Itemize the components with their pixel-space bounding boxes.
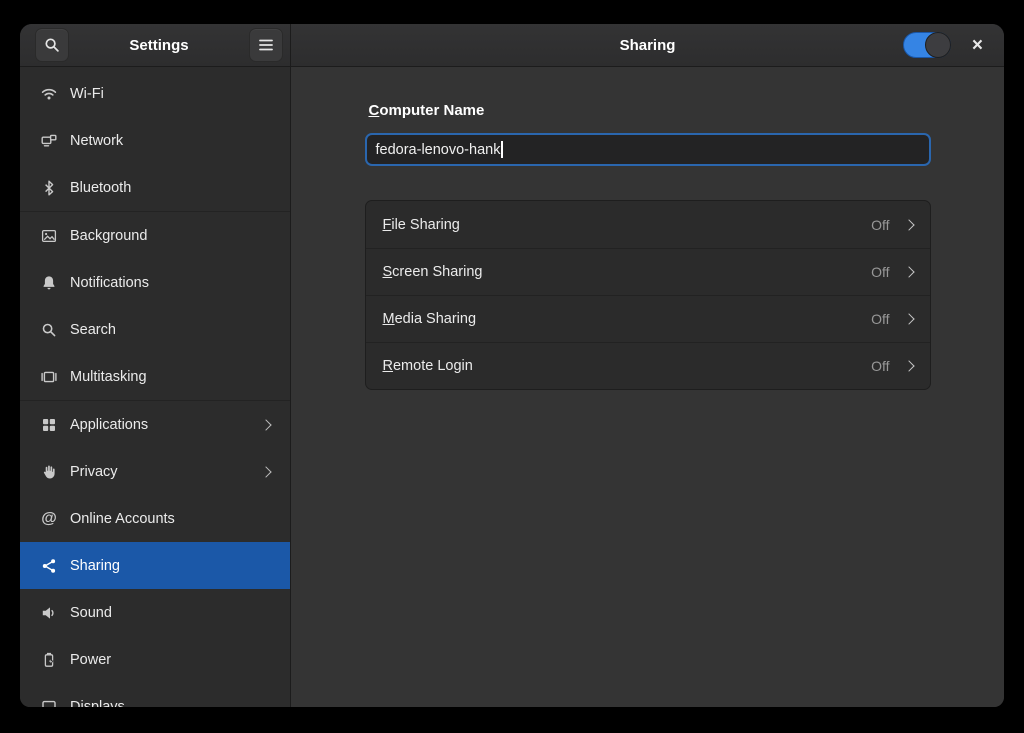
display-icon [41, 699, 57, 708]
sharing-page: Computer Name fedora-lenovo-hank File Sh… [291, 67, 1004, 707]
header-controls: × [903, 24, 987, 66]
sidebar-item-background[interactable]: Background [20, 212, 290, 259]
search-button[interactable] [35, 28, 69, 62]
sidebar-headerbar: Settings [20, 24, 291, 67]
sidebar-title: Settings [129, 37, 188, 54]
chevron-right-icon [260, 419, 271, 430]
bell-icon [41, 275, 57, 291]
sidebar-item-power[interactable]: Power [20, 636, 290, 683]
applications-grid-icon [41, 417, 57, 433]
text-caret [501, 141, 503, 158]
battery-icon [41, 652, 57, 668]
hamburger-menu-icon [258, 38, 274, 52]
sidebar-item-displays[interactable]: Displays [20, 683, 290, 707]
wifi-icon [41, 86, 57, 102]
sidebar-item-search[interactable]: Search [20, 306, 290, 353]
share-icon [41, 558, 57, 574]
chevron-right-icon [260, 466, 271, 477]
search-icon [41, 322, 57, 338]
sharing-content: Computer Name fedora-lenovo-hank File Sh… [365, 102, 931, 390]
close-window-icon[interactable]: × [968, 32, 987, 59]
sharing-enabled-toggle[interactable] [903, 32, 951, 58]
background-icon [41, 228, 57, 244]
sidebar-item-network[interactable]: Network [20, 117, 290, 164]
chevron-right-icon [903, 360, 914, 371]
bluetooth-icon [41, 180, 57, 196]
status-badge: Off [871, 264, 889, 280]
sidebar-item-multitasking[interactable]: Multitasking [20, 353, 290, 400]
primary-menu-button[interactable] [249, 28, 283, 62]
toggle-knob [925, 32, 951, 58]
row-file-sharing[interactable]: File Sharing Off [366, 201, 930, 248]
row-remote-login[interactable]: Remote Login Off [366, 342, 930, 389]
row-media-sharing[interactable]: Media Sharing Off [366, 295, 930, 342]
sidebar-item-sharing[interactable]: Sharing [20, 542, 290, 589]
row-screen-sharing[interactable]: Screen Sharing Off [366, 248, 930, 295]
network-icon [41, 133, 57, 149]
search-icon [44, 37, 60, 53]
multitasking-icon [41, 369, 57, 385]
page-title: Sharing [620, 37, 676, 54]
settings-window: Settings Sharing × Wi-Fi [20, 24, 1004, 707]
computer-name-input[interactable]: fedora-lenovo-hank [365, 133, 931, 166]
sidebar-item-sound[interactable]: Sound [20, 589, 290, 636]
chevron-right-icon [903, 266, 914, 277]
settings-sidebar: Wi-Fi Network Bluetooth [20, 67, 291, 707]
sidebar-item-bluetooth[interactable]: Bluetooth [20, 164, 290, 211]
computer-name-value: fedora-lenovo-hank [376, 142, 501, 158]
chevron-right-icon [903, 313, 914, 324]
main-headerbar: Sharing × [291, 24, 1004, 67]
computer-name-label: Computer Name [369, 102, 927, 119]
sidebar-item-privacy[interactable]: Privacy [20, 448, 290, 495]
chevron-right-icon [903, 219, 914, 230]
status-badge: Off [871, 311, 889, 327]
speaker-icon [41, 605, 57, 621]
at-sign-icon: @ [41, 511, 57, 527]
hand-icon [41, 464, 57, 480]
status-badge: Off [871, 217, 889, 233]
sidebar-item-wifi[interactable]: Wi-Fi [20, 70, 290, 117]
sidebar-item-notifications[interactable]: Notifications [20, 259, 290, 306]
status-badge: Off [871, 358, 889, 374]
sharing-options-list: File Sharing Off Screen Sharing Off Medi… [365, 200, 931, 390]
sidebar-item-online-accounts[interactable]: @ Online Accounts [20, 495, 290, 542]
sidebar-item-applications[interactable]: Applications [20, 401, 290, 448]
